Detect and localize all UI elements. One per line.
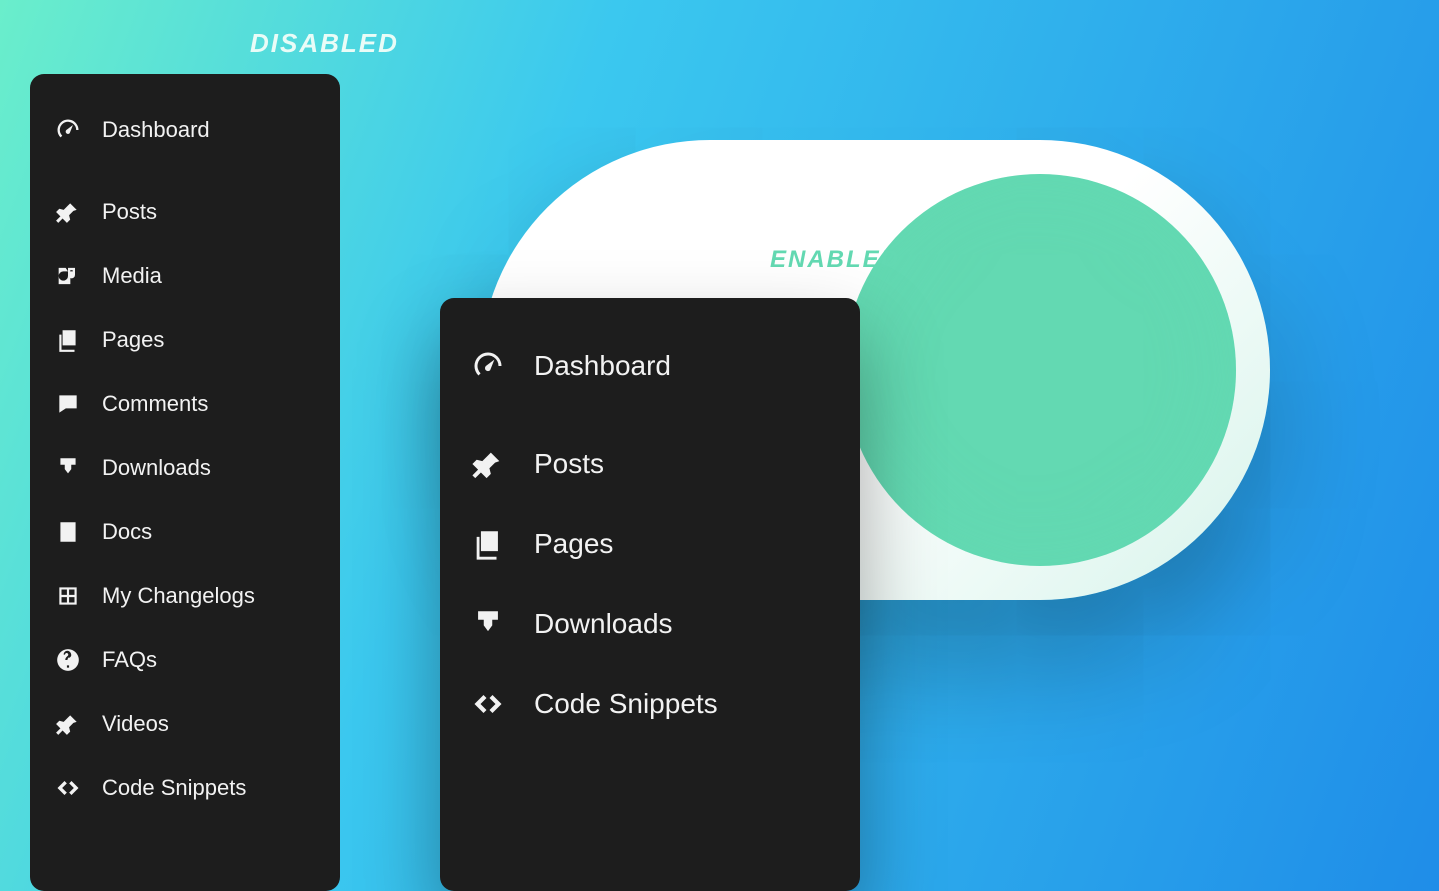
sidebar-item-downloads[interactable]: Downloads bbox=[440, 584, 860, 664]
grid-icon bbox=[54, 582, 82, 610]
stack-icon bbox=[54, 326, 82, 354]
sidebar-item-media[interactable]: Media bbox=[30, 244, 340, 308]
sidebar-item-pages[interactable]: Pages bbox=[30, 308, 340, 372]
sidebar-enabled: Dashboard Posts Pages Downloads Code Sni… bbox=[440, 298, 860, 891]
download-icon bbox=[470, 606, 506, 642]
code-icon bbox=[54, 774, 82, 802]
sidebar-item-label: Downloads bbox=[534, 608, 673, 640]
sidebar-item-label: Comments bbox=[102, 391, 208, 417]
sidebar-item-videos[interactable]: Videos bbox=[30, 692, 340, 756]
camera-music-icon bbox=[54, 262, 82, 290]
sidebar-item-label: Pages bbox=[534, 528, 613, 560]
sidebar-item-label: Dashboard bbox=[534, 350, 671, 382]
sidebar-item-label: Code Snippets bbox=[102, 775, 246, 801]
disabled-label: DISABLED bbox=[250, 28, 399, 59]
sidebar-item-dashboard[interactable]: Dashboard bbox=[440, 326, 860, 406]
pin-icon bbox=[54, 710, 82, 738]
sidebar-item-faqs[interactable]: FAQs bbox=[30, 628, 340, 692]
sidebar-item-dashboard[interactable]: Dashboard bbox=[30, 98, 340, 162]
comment-icon bbox=[54, 390, 82, 418]
sidebar-item-label: Docs bbox=[102, 519, 152, 545]
sidebar-disabled: Dashboard Posts Media Pages Comments Dow… bbox=[30, 74, 340, 891]
sidebar-item-label: Media bbox=[102, 263, 162, 289]
sidebar-item-code-snippets[interactable]: Code Snippets bbox=[440, 664, 860, 744]
gauge-icon bbox=[54, 116, 82, 144]
sidebar-item-posts[interactable]: Posts bbox=[440, 424, 860, 504]
sidebar-item-pages[interactable]: Pages bbox=[440, 504, 860, 584]
stack-icon bbox=[470, 526, 506, 562]
question-icon bbox=[54, 646, 82, 674]
sidebar-item-label: FAQs bbox=[102, 647, 157, 673]
download-icon bbox=[54, 454, 82, 482]
sidebar-item-label: Pages bbox=[102, 327, 164, 353]
sidebar-item-downloads[interactable]: Downloads bbox=[30, 436, 340, 500]
sidebar-item-code-snippets[interactable]: Code Snippets bbox=[30, 756, 340, 820]
sidebar-item-label: Code Snippets bbox=[534, 688, 718, 720]
sidebar-item-label: Videos bbox=[102, 711, 169, 737]
pin-icon bbox=[470, 446, 506, 482]
pin-icon bbox=[54, 198, 82, 226]
sidebar-item-label: Posts bbox=[534, 448, 604, 480]
doc-icon bbox=[54, 518, 82, 546]
toggle-knob[interactable] bbox=[844, 174, 1236, 566]
sidebar-item-label: Downloads bbox=[102, 455, 211, 481]
gauge-icon bbox=[470, 348, 506, 384]
sidebar-item-comments[interactable]: Comments bbox=[30, 372, 340, 436]
sidebar-item-changelogs[interactable]: My Changelogs bbox=[30, 564, 340, 628]
sidebar-item-posts[interactable]: Posts bbox=[30, 180, 340, 244]
enabled-label: ENABLED bbox=[770, 246, 900, 274]
sidebar-item-docs[interactable]: Docs bbox=[30, 500, 340, 564]
code-icon bbox=[470, 686, 506, 722]
sidebar-item-label: My Changelogs bbox=[102, 583, 255, 609]
sidebar-item-label: Dashboard bbox=[102, 117, 210, 143]
sidebar-item-label: Posts bbox=[102, 199, 157, 225]
